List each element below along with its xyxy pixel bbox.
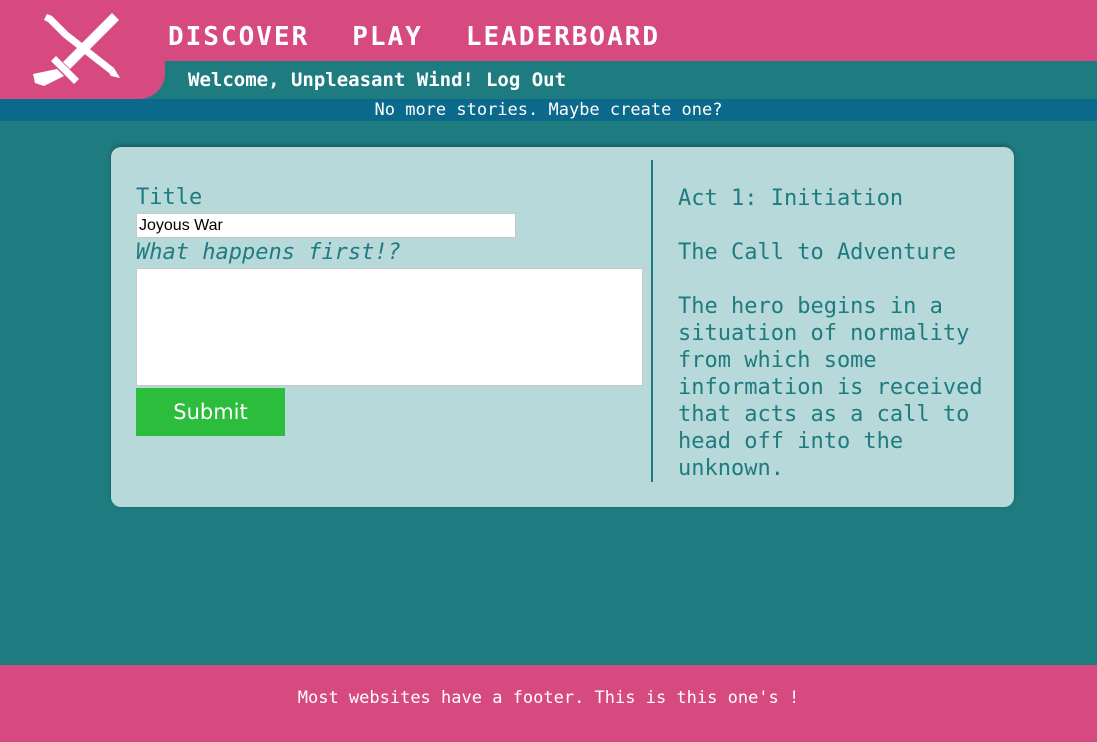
story-form: Title What happens first!? Submit [136, 185, 646, 436]
welcome-text: Welcome, Unpleasant Wind! [188, 69, 474, 91]
crossed-sword-and-pencil-icon [33, 13, 120, 86]
column-divider [651, 160, 653, 482]
act-info: Act 1: Initiation The Call to Adventure … [678, 185, 988, 482]
title-input[interactable] [136, 213, 516, 238]
title-label: Title [136, 185, 203, 210]
story-textarea[interactable] [136, 268, 643, 386]
nav-discover[interactable]: DISCOVER [168, 18, 309, 58]
logout-link[interactable]: Log Out [486, 67, 566, 93]
story-card: Title What happens first!? Submit Act 1:… [111, 147, 1014, 507]
act-description: The hero begins in a situation of normal… [678, 294, 983, 481]
notice-bar: No more stories. Maybe create one? [0, 99, 1097, 121]
act-stage: The Call to Adventure [678, 240, 957, 265]
user-bar: Welcome, Unpleasant Wind! Log Out [188, 67, 566, 93]
nav-leaderboard[interactable]: LEADERBOARD [466, 18, 660, 58]
submit-button[interactable]: Submit [136, 388, 285, 436]
notice-text: No more stories. Maybe create one? [374, 100, 723, 120]
nav-play[interactable]: PLAY [352, 18, 423, 58]
logo-container[interactable] [0, 0, 165, 99]
site-footer: Most websites have a footer. This is thi… [0, 665, 1097, 742]
footer-text: Most websites have a footer. This is thi… [297, 688, 800, 708]
prompt-label: What happens first!? [136, 240, 401, 265]
main-nav: DISCOVER PLAY LEADERBOARD [168, 18, 660, 58]
act-heading: Act 1: Initiation [678, 186, 904, 211]
